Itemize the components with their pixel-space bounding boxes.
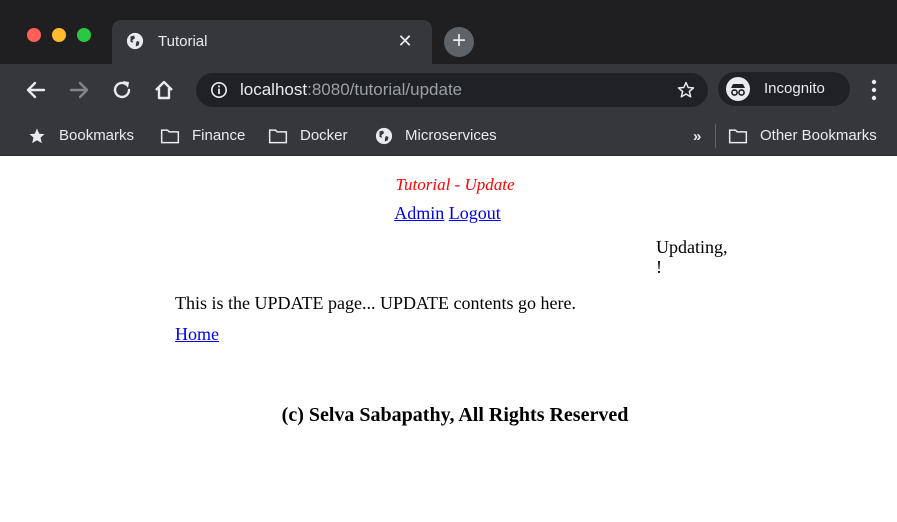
- home-link[interactable]: Home: [175, 324, 219, 345]
- bookmark-docker[interactable]: Docker: [268, 124, 363, 148]
- close-tab-icon[interactable]: ✕: [395, 31, 415, 51]
- bookmark-label: Docker: [300, 127, 348, 144]
- top-nav: Admin Logout: [0, 203, 895, 224]
- incognito-icon: [726, 77, 750, 101]
- footer-copyright: (c) Selva Sabapathy, All Rights Reserved: [281, 404, 629, 426]
- bookmarks-bar: Bookmarks Finance Docker Microservices »…: [0, 116, 897, 156]
- bookmarks-divider: [715, 124, 716, 148]
- globe-icon: [375, 127, 393, 145]
- greeting-text: Updating,: [656, 237, 728, 257]
- greeting-suffix: !: [656, 257, 662, 277]
- folder-icon: [268, 129, 288, 144]
- info-icon[interactable]: [210, 81, 228, 99]
- bookmark-microservices[interactable]: Microservices: [375, 124, 515, 148]
- reload-icon[interactable]: [110, 78, 134, 102]
- web-page: Tutorial - Update Admin Logout Updating,…: [0, 157, 897, 522]
- url-host: localhost: [240, 80, 308, 99]
- incognito-label: Incognito: [764, 80, 825, 97]
- globe-icon: [126, 32, 144, 50]
- url-text[interactable]: localhost:8080/tutorial/update: [240, 80, 462, 100]
- bookmark-bookmarks[interactable]: Bookmarks: [28, 124, 143, 148]
- bookmark-label: Bookmarks: [59, 127, 135, 144]
- user-greeting: Updating, !: [656, 237, 728, 277]
- menu-kebab-icon[interactable]: [866, 77, 882, 103]
- page-content: This is the UPDATE page... UPDATE conten…: [175, 293, 576, 313]
- home-icon[interactable]: [152, 78, 176, 102]
- address-bar[interactable]: localhost:8080/tutorial/update: [196, 73, 708, 107]
- browser-toolbar: localhost:8080/tutorial/update Incognito: [0, 64, 897, 116]
- bookmark-star-icon[interactable]: [676, 80, 696, 100]
- new-tab-button[interactable]: +: [444, 27, 474, 57]
- bookmarks-overflow-chevron-icon[interactable]: »: [693, 128, 701, 145]
- url-path: :8080/tutorial/update: [307, 80, 463, 99]
- back-icon[interactable]: [24, 78, 48, 102]
- bookmark-label: Finance: [192, 127, 246, 144]
- browser-tab[interactable]: Tutorial ✕: [112, 20, 432, 64]
- bookmark-label: Other Bookmarks: [760, 127, 877, 144]
- star-icon: [29, 128, 45, 144]
- forward-icon[interactable]: [67, 78, 91, 102]
- folder-icon: [160, 129, 180, 144]
- browser-titlebar: Tutorial ✕ +: [0, 0, 897, 73]
- maximize-window-button[interactable]: [77, 28, 91, 42]
- logout-link[interactable]: Logout: [449, 203, 501, 223]
- folder-icon: [728, 129, 748, 144]
- minimize-window-button[interactable]: [52, 28, 66, 42]
- tab-title: Tutorial: [158, 33, 208, 50]
- bookmark-finance[interactable]: Finance: [160, 124, 255, 148]
- admin-link[interactable]: Admin: [394, 203, 444, 223]
- page-title: Tutorial - Update: [395, 175, 515, 194]
- incognito-badge[interactable]: Incognito: [718, 72, 850, 106]
- close-window-button[interactable]: [27, 28, 41, 42]
- bookmark-label: Microservices: [405, 127, 497, 144]
- bookmark-other-bookmarks[interactable]: Other Bookmarks: [728, 124, 893, 148]
